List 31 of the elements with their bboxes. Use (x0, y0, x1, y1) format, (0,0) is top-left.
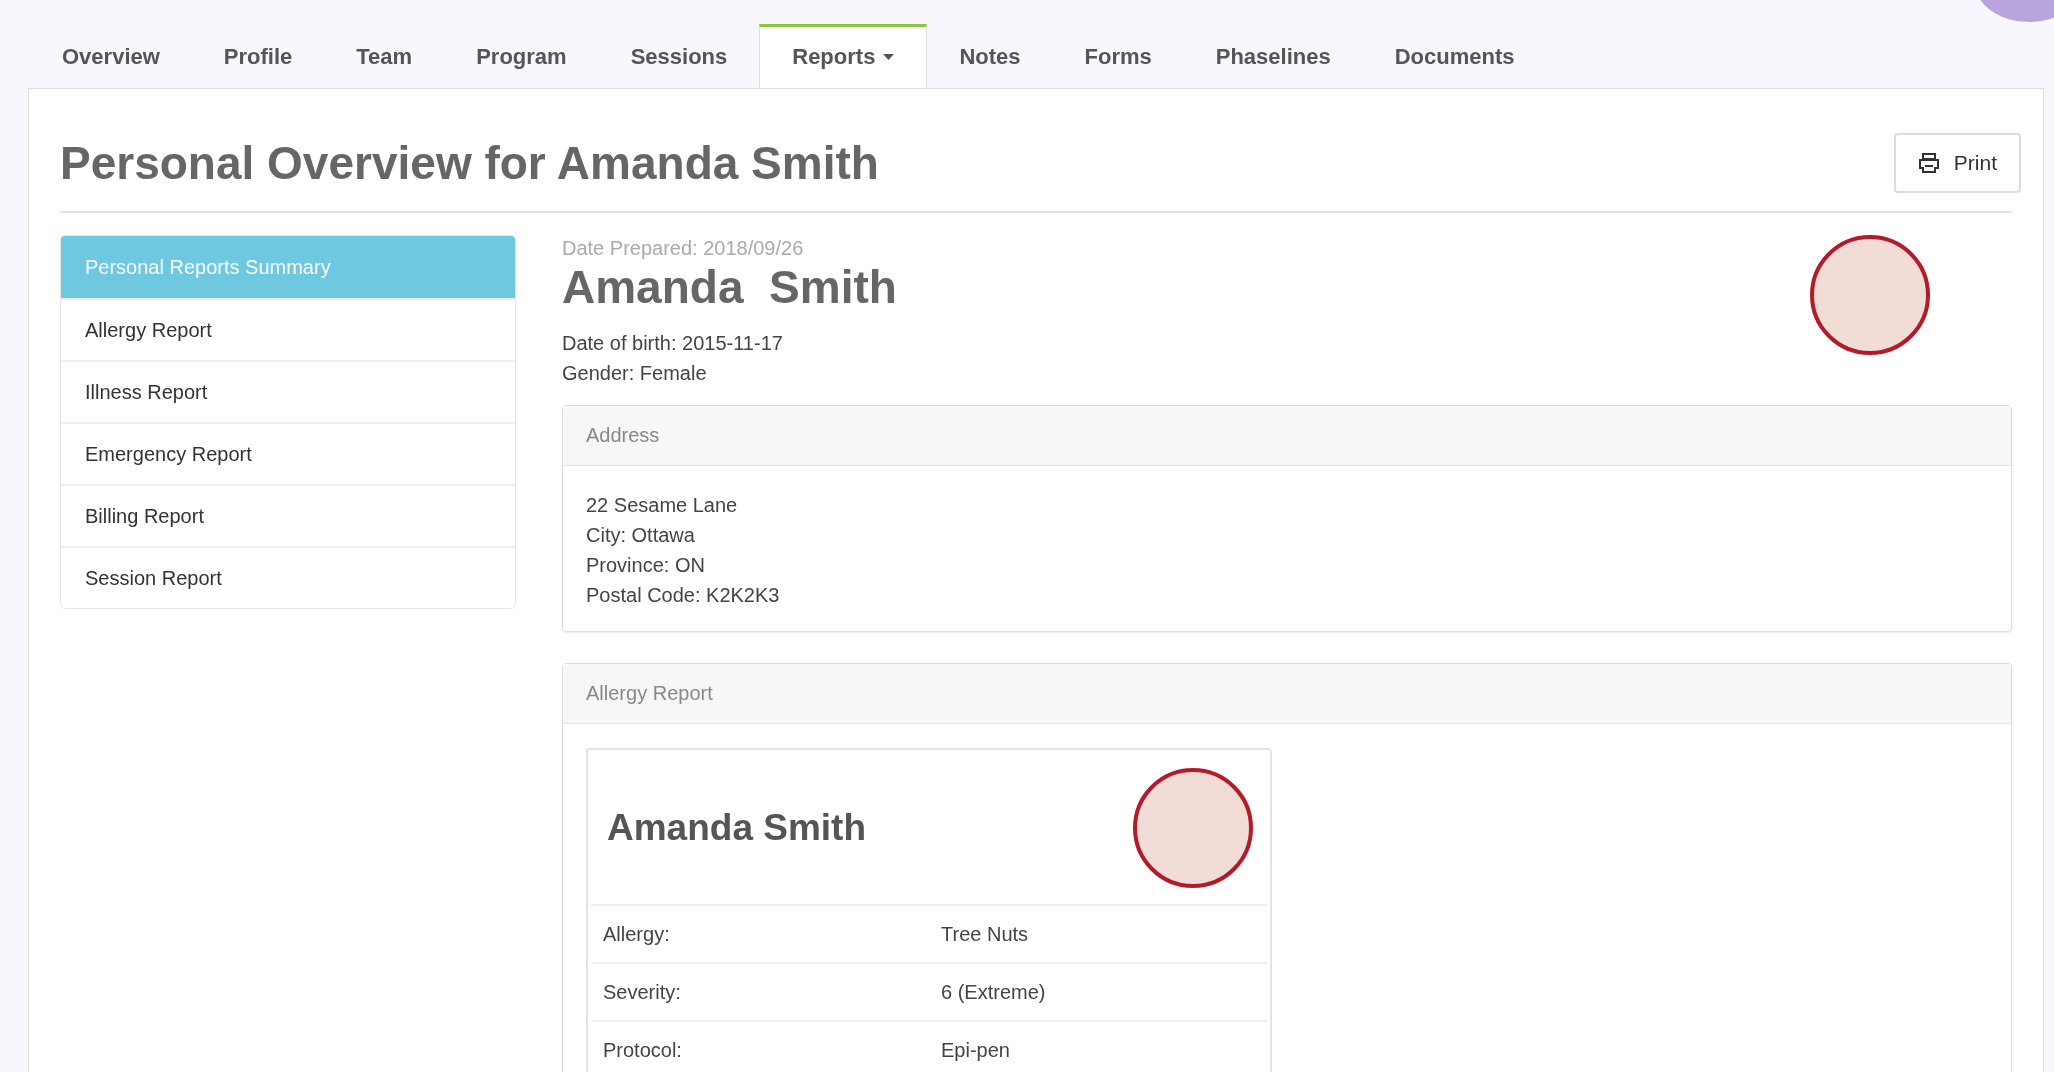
person-detail: Date of birth: 2015-11-17 (562, 331, 784, 356)
person-name: Amanda Smith (562, 260, 897, 314)
panel-heading: Allergy Report (563, 664, 2011, 724)
address-line: City: Ottawa (586, 523, 696, 548)
address-line: Postal Code: K2K2K3 (586, 583, 781, 608)
page-title: Personal Overview for Amanda Smith (60, 136, 879, 190)
tab[interactable]: Team (324, 24, 445, 88)
date-prepared: Date Prepared: 2018/09/26 (562, 237, 805, 260)
row-value: Tree Nuts (940, 922, 1030, 946)
tab[interactable]: Sessions (598, 24, 760, 88)
row-value: Epi-pen (940, 1038, 1011, 1062)
tab[interactable]: Phaselines (1183, 24, 1363, 88)
tab[interactable]: Reports (759, 24, 928, 88)
sidebar-item[interactable]: Session Report (61, 546, 515, 608)
tab[interactable]: Program (444, 24, 599, 88)
row-label: Severity: (602, 980, 682, 1004)
tab[interactable]: Forms (1052, 24, 1184, 88)
address-line: Province: ON (586, 553, 706, 578)
tab[interactable]: Notes (927, 24, 1053, 88)
row-label: Allergy: (602, 922, 671, 946)
row-label: Protocol: (602, 1038, 683, 1062)
tab[interactable]: Overview (30, 24, 192, 88)
address-line: 22 Sesame Lane (586, 493, 739, 518)
row-value: 6 (Extreme) (940, 980, 1047, 1004)
panel-heading: Address (563, 406, 2011, 466)
person-detail: Gender: Female (562, 361, 708, 386)
card-name: Amanda Smith (607, 807, 867, 849)
tab[interactable]: Documents (1362, 24, 1547, 88)
printer-icon (1917, 153, 1940, 173)
tab[interactable]: Profile (191, 24, 325, 88)
print-button[interactable]: Print (1893, 133, 2021, 193)
